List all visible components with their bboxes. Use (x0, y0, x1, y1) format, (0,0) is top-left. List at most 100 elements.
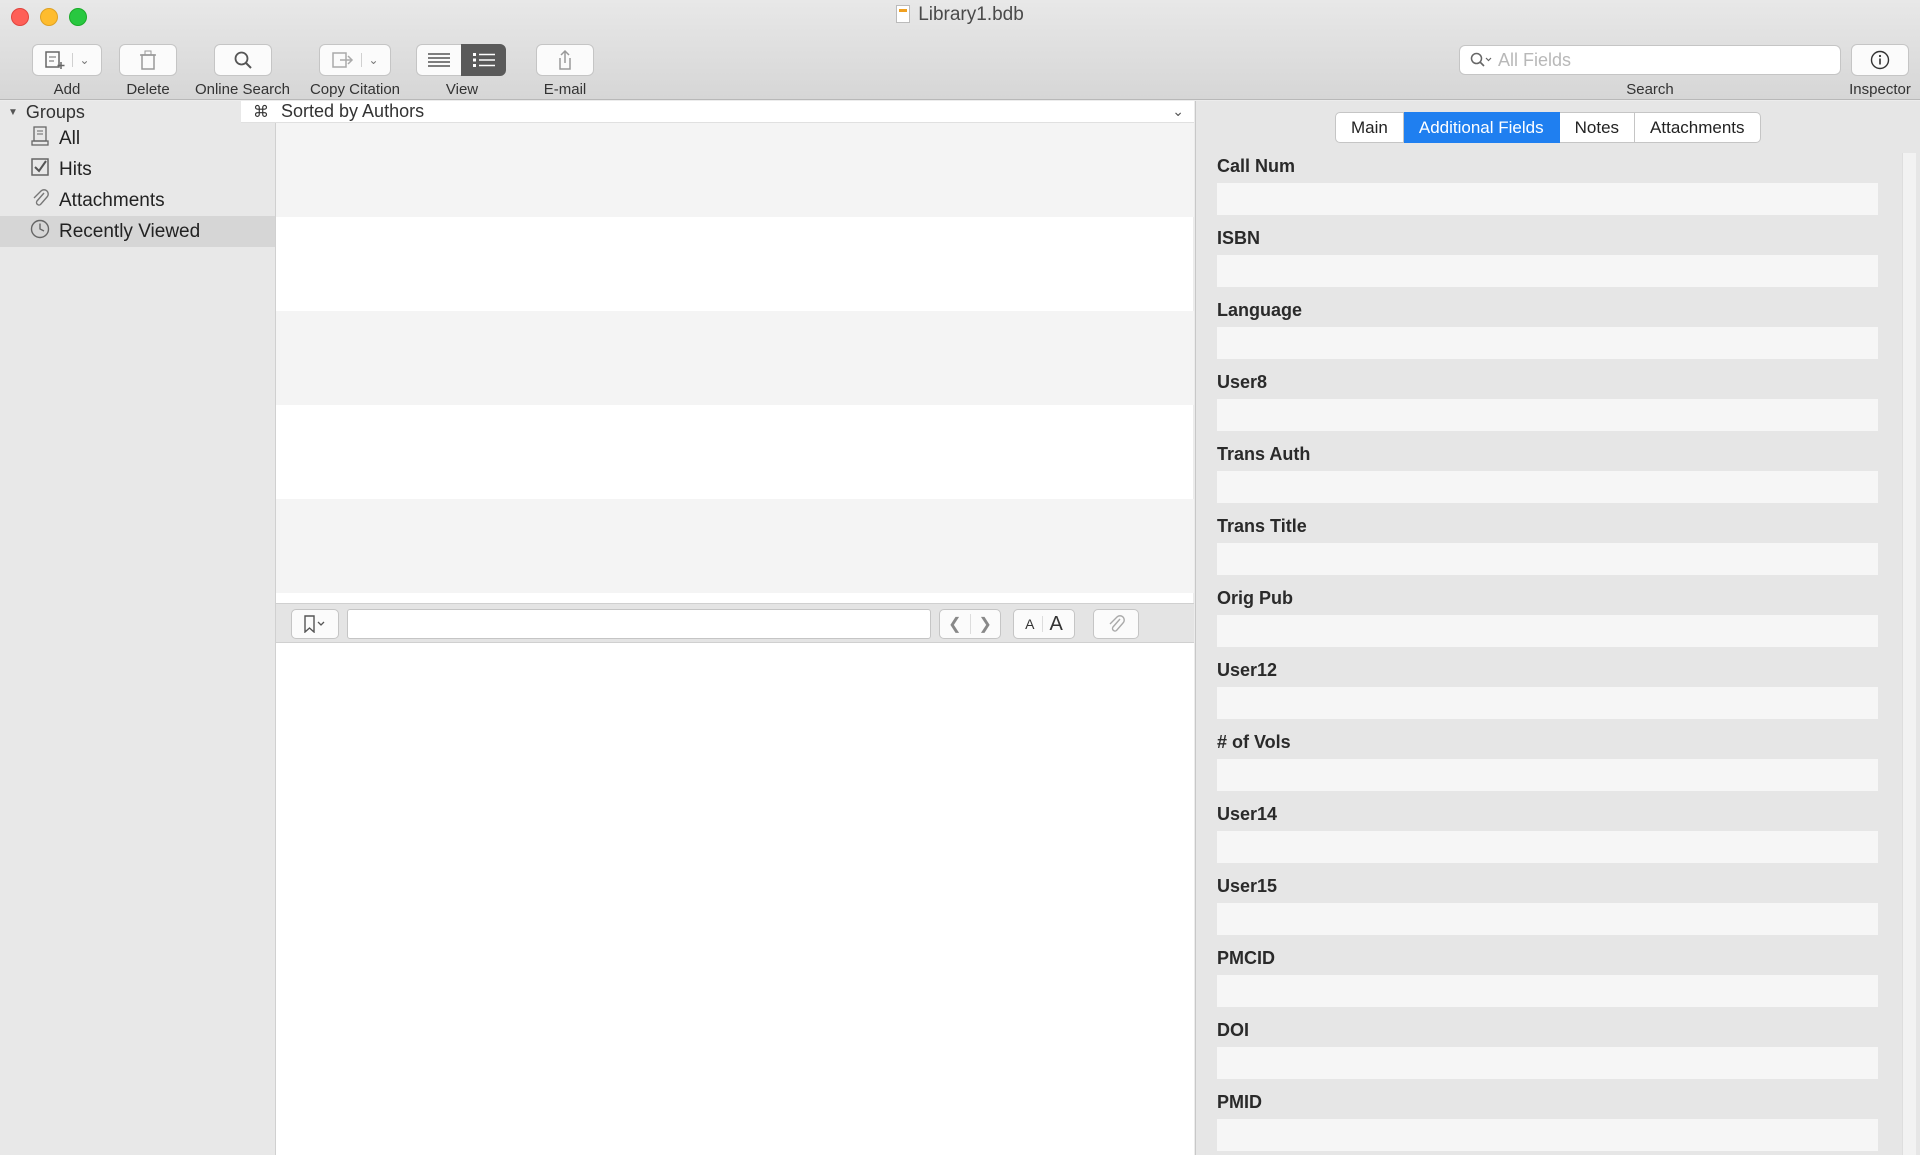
view-segmented-control (416, 44, 508, 76)
search-label: Search (1626, 81, 1674, 98)
field-label: User8 (1217, 372, 1268, 392)
isbn-input[interactable] (1217, 255, 1878, 287)
sidebar-item-recently-viewed[interactable]: Recently Viewed (0, 216, 275, 247)
inspector-pane: Main Additional Fields Notes Attachments… (1195, 101, 1920, 1155)
delete-tool: Delete (117, 44, 179, 98)
field-label: User14 (1217, 804, 1278, 824)
sidebar-item-hits[interactable]: Hits (0, 154, 275, 185)
tab-notes[interactable]: Notes (1559, 112, 1636, 143)
list-row[interactable] (276, 123, 1194, 217)
pmcid-input[interactable] (1217, 975, 1878, 1007)
field-label: Trans Auth (1217, 444, 1311, 464)
preview-area (276, 643, 1194, 1155)
search-input[interactable] (1498, 49, 1818, 71)
window-title: Library1.bdb (0, 4, 1920, 26)
sidebar-item-all[interactable]: All (0, 123, 275, 154)
field-pmcid: PMCID (1217, 945, 1880, 1017)
sort-bar[interactable]: ⌘ Sorted by Authors ⌄ (241, 101, 1194, 123)
field-label: Orig Pub (1217, 588, 1293, 608)
orig-pub-input[interactable] (1217, 615, 1878, 647)
email-button[interactable] (536, 44, 594, 76)
field-label: Call Num (1217, 156, 1296, 176)
field-user8: User8 (1217, 369, 1880, 441)
sidebar-item-label: All (59, 127, 81, 149)
delete-button[interactable] (119, 44, 177, 76)
detail-view-button[interactable] (461, 44, 506, 76)
search-field[interactable] (1459, 45, 1841, 75)
inspector-scrollbar[interactable] (1902, 153, 1916, 1155)
field-language: Language (1217, 297, 1880, 369)
sidebar-item-label: Recently Viewed (59, 220, 201, 242)
trans-title-input[interactable] (1217, 543, 1878, 575)
trans-auth-input[interactable] (1217, 471, 1878, 503)
view-tool: View (416, 44, 508, 98)
list-row[interactable] (276, 499, 1194, 593)
field-call-num: Call Num (1217, 153, 1880, 225)
chevron-down-icon[interactable]: ⌄ (1172, 103, 1184, 120)
copy-citation-button[interactable]: ⌄ (319, 44, 391, 76)
add-label: Add (53, 81, 81, 98)
inspector-tabs: Main Additional Fields Notes Attachments (1335, 112, 1761, 143)
user8-input[interactable] (1217, 399, 1878, 431)
attach-button[interactable] (1093, 609, 1139, 639)
search-icon (1470, 52, 1492, 67)
sort-label: Sorted by Authors (281, 101, 425, 121)
command-icon: ⌘ (253, 103, 269, 121)
tab-main[interactable]: Main (1335, 112, 1404, 143)
view-label: View (445, 81, 479, 98)
sidebar-item-attachments[interactable]: Attachments (0, 185, 275, 216)
num-vols-input[interactable] (1217, 759, 1878, 791)
chevron-left-icon[interactable]: ❮ (940, 614, 971, 634)
add-button[interactable]: ⌄ (32, 44, 102, 76)
groups-header-label: Groups (25, 101, 85, 122)
online-search-button[interactable] (213, 44, 272, 76)
list-row[interactable] (276, 405, 1194, 499)
language-input[interactable] (1217, 327, 1878, 359)
bookmark-button[interactable] (291, 609, 339, 639)
copy-citation-label: Copy Citation (309, 81, 401, 98)
chevron-down-icon[interactable]: ⌄ (72, 53, 90, 67)
field-user14: User14 (1217, 801, 1880, 873)
trash-icon (140, 50, 156, 70)
doi-input[interactable] (1217, 1047, 1878, 1079)
field-label: PMCID (1217, 948, 1275, 968)
clock-icon (29, 219, 51, 244)
checkbox-icon (29, 158, 51, 181)
list-row[interactable] (276, 217, 1194, 311)
chevron-down-icon[interactable]: ⌄ (361, 53, 379, 67)
list-view-button[interactable] (416, 44, 461, 76)
library-icon (29, 126, 51, 151)
window-toolbar: Library1.bdb ⌄ Add Delete Online Search … (0, 0, 1920, 100)
field-trans-auth: Trans Auth (1217, 441, 1880, 513)
nav-buttons: ❮ ❯ (939, 609, 1001, 639)
inspector-button[interactable] (1851, 44, 1909, 76)
user14-input[interactable] (1217, 831, 1878, 863)
user15-input[interactable] (1217, 903, 1878, 935)
disclosure-triangle-icon[interactable]: ▼ (8, 107, 18, 118)
decrease-font-icon[interactable]: A (1018, 616, 1043, 632)
list-row[interactable] (276, 311, 1194, 405)
email-tool: E-mail (535, 44, 595, 98)
reference-list (276, 123, 1194, 593)
field-isbn: ISBN (1217, 225, 1880, 297)
field-label: Language (1217, 300, 1303, 320)
chevron-right-icon[interactable]: ❯ (971, 614, 1000, 634)
field-trans-title: Trans Title (1217, 513, 1880, 585)
share-icon (559, 49, 571, 70)
reference-list-pane: ⌘ Sorted by Authors ⌄ ❮ ❯ A A (241, 101, 1194, 1155)
call-num-input[interactable] (1217, 183, 1878, 215)
tab-additional-fields[interactable]: Additional Fields (1403, 112, 1560, 143)
field-label: Trans Title (1217, 516, 1307, 536)
field-pmid: PMID (1217, 1089, 1880, 1155)
tab-attachments[interactable]: Attachments (1635, 112, 1761, 143)
groups-header[interactable]: ▼ Groups (0, 101, 275, 123)
info-icon (1870, 50, 1890, 70)
field-label: ISBN (1217, 228, 1261, 248)
increase-font-icon[interactable]: A (1043, 613, 1070, 636)
preview-text-field[interactable] (347, 609, 931, 639)
pmid-input[interactable] (1217, 1119, 1878, 1151)
add-document-icon (45, 51, 65, 69)
user12-input[interactable] (1217, 687, 1878, 719)
paperclip-icon (29, 188, 51, 213)
inspector-label: Inspector (1849, 81, 1911, 98)
